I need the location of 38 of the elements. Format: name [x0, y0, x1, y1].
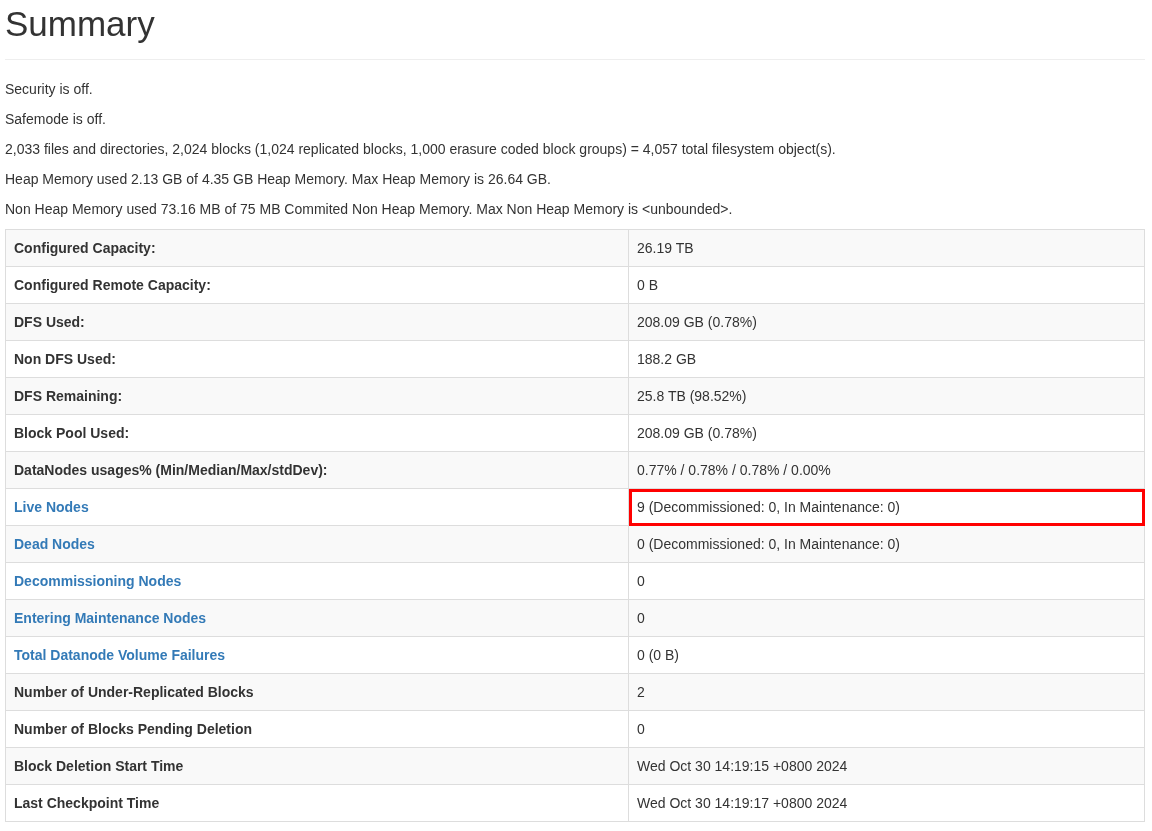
value-cell: 0.77% / 0.78% / 0.78% / 0.00% — [628, 451, 1145, 489]
value-cell: 208.09 GB (0.78%) — [628, 303, 1145, 341]
value-cell: 25.8 TB (98.52%) — [628, 377, 1145, 415]
info-text: Heap Memory used 2.13 GB of 4.35 GB Heap Memory. Max Heap Memory is 26.64 GB. — [5, 170, 551, 189]
label-text: Block Deletion Start Time — [14, 758, 184, 774]
value-cell: Wed Oct 30 14:19:15 +0800 2024 — [628, 747, 1145, 785]
info-text: Safemode is off. — [5, 110, 106, 129]
value-cell: 26.19 TB — [628, 229, 1145, 267]
label-text: Configured Remote Capacity: — [14, 277, 211, 293]
info-text: Security is off. — [5, 80, 93, 99]
label-text: Non DFS Used: — [14, 351, 116, 367]
highlighted-value-cell: 9 (Decommissioned: 0, In Maintenance: 0) — [628, 488, 1145, 526]
page-title: Summary — [5, 3, 155, 44]
value-cell: 0 — [628, 710, 1145, 748]
value-cell: 188.2 GB — [628, 340, 1145, 378]
label-link[interactable]: Total Datanode Volume Failures — [14, 647, 226, 663]
value-cell: 0 (Decommissioned: 0, In Maintenance: 0) — [628, 525, 1145, 563]
value-cell: 0 (0 B) — [628, 636, 1145, 674]
label-link[interactable]: Live Nodes — [14, 499, 89, 515]
label-link[interactable]: Dead Nodes — [14, 536, 95, 552]
value-cell: 2 — [628, 673, 1145, 711]
info-text: 2,033 files and directories, 2,024 blocks (1,024 replicated blocks, 1,000 erasure coded block groups) = 4,057 total filesystem object(s). — [5, 140, 836, 159]
label-text: DFS Remaining: — [14, 388, 123, 404]
value-cell: 0 — [628, 599, 1145, 637]
value-cell: 0 B — [628, 266, 1145, 304]
label-text: DFS Used: — [14, 314, 85, 330]
label-text: Number of Blocks Pending Deletion — [14, 721, 253, 737]
label-link[interactable]: Entering Maintenance Nodes — [14, 610, 207, 626]
label-text: Configured Capacity: — [14, 240, 156, 256]
label-text: Block Pool Used: — [14, 425, 130, 441]
value-cell: Wed Oct 30 14:19:17 +0800 2024 — [628, 784, 1145, 822]
value-cell: 208.09 GB (0.78%) — [628, 414, 1145, 452]
label-text: Number of Under-Replicated Blocks — [14, 684, 254, 700]
label-link[interactable]: Decommissioning Nodes — [14, 573, 182, 589]
value-cell: 0 — [628, 562, 1145, 600]
label-text: Last Checkpoint Time — [14, 795, 160, 811]
info-text: Non Heap Memory used 73.16 MB of 75 MB Commited Non Heap Memory. Max Non Heap Memory is <unbounded>. — [5, 200, 733, 219]
label-text: DataNodes usages% (Min/Median/Max/stdDev): — [14, 462, 328, 478]
